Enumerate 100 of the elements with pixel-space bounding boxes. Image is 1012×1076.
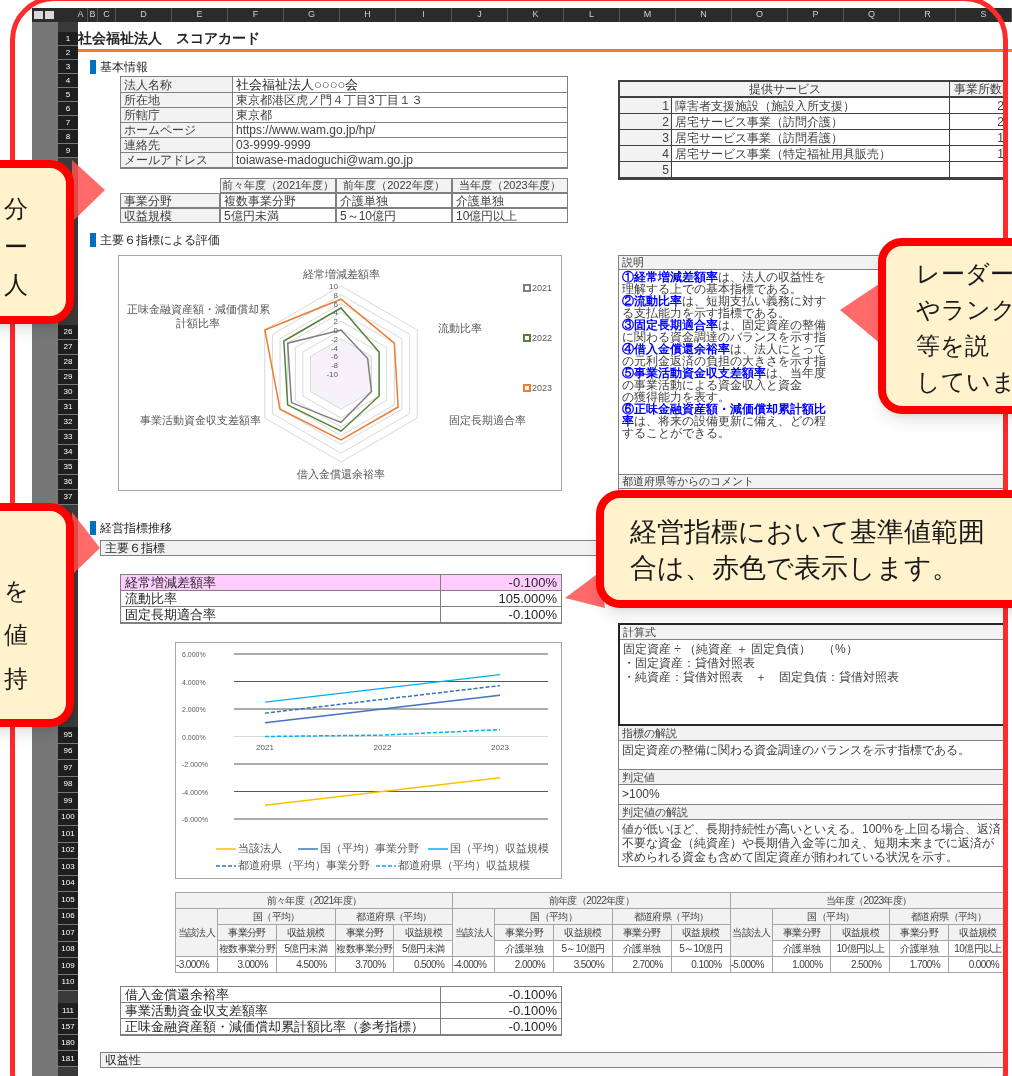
column-header[interactable]: J: [452, 8, 508, 22]
row-header[interactable]: 3: [58, 60, 78, 74]
column-header[interactable]: O: [732, 8, 788, 22]
row-header[interactable]: 33: [58, 430, 78, 445]
row-header[interactable]: 5: [58, 88, 78, 102]
table-cell: 居宅サービス事業（特定福祉用具販売）: [672, 146, 950, 161]
row-header[interactable]: 31: [58, 400, 78, 415]
tick-label: -8: [330, 361, 338, 371]
row-header[interactable]: 105: [58, 892, 78, 909]
row-header[interactable]: 2: [58, 46, 78, 60]
row-header[interactable]: 101: [58, 826, 78, 843]
box-text: >100%: [622, 787, 661, 801]
column-header[interactable]: I: [396, 8, 452, 22]
row-header[interactable]: 107: [58, 925, 78, 942]
column-header[interactable]: H: [340, 8, 396, 22]
column-header[interactable]: E: [172, 8, 228, 22]
column-header: 当該法人: [452, 908, 495, 957]
column-header[interactable]: N: [676, 8, 732, 22]
table-cell: 複数事業分野: [217, 940, 277, 957]
row-header[interactable]: 29: [58, 370, 78, 385]
row-header[interactable]: 99: [58, 793, 78, 810]
table-cell: -0.100%: [441, 575, 561, 590]
table-cell: 1.700%: [889, 956, 949, 973]
row-header[interactable]: 32: [58, 415, 78, 430]
table-cell: 複数事業分野: [335, 940, 394, 957]
column-header[interactable]: D: [116, 8, 172, 22]
table-cell: toiawase-madoguchi@wam.go.jp: [233, 153, 567, 168]
row-header[interactable]: 109: [58, 958, 78, 975]
column-header: 前年度（2022年度）: [336, 178, 452, 193]
box-text: ・純資産：貸借対照表 ＋ 固定負債：貸借対照表: [623, 670, 900, 684]
table-cell: 4: [620, 146, 672, 161]
box-text: ・固定資産：貸借対照表: [623, 656, 756, 670]
row-header[interactable]: 111: [58, 1003, 78, 1019]
tick-label: 0: [333, 326, 338, 335]
box-text: 固定資産 ÷ （純資産 ＋ 固定負債） （%）: [623, 642, 859, 656]
callout-text: 分 ー 人: [4, 194, 29, 300]
explanation-text: ⑥正味金融資産額・減価償却累計額比率は、将来の設備更新に備え、どの程: [622, 403, 827, 427]
tick-label: -4: [330, 343, 338, 353]
row-header[interactable]: 103: [58, 859, 78, 876]
callout-pointer: [72, 160, 105, 222]
tick-label: 8: [333, 290, 338, 300]
row-header[interactable]: 1: [58, 32, 78, 46]
column-header[interactable]: K: [508, 8, 564, 22]
section-marker: [90, 521, 96, 535]
table-cell: -5.000%: [730, 956, 773, 973]
section-heading: 主要６指標による評価: [100, 234, 220, 246]
row-header[interactable]: 157: [58, 1019, 78, 1035]
column-header[interactable]: P: [788, 8, 844, 22]
row-header[interactable]: 9: [58, 144, 78, 158]
row-header[interactable]: 95: [58, 727, 78, 744]
axis-label: 経常増減差額率: [302, 268, 380, 280]
row-header[interactable]: 34: [58, 445, 78, 460]
explanation-text: ②流動比率は、短期支払い義務に対する支払能力を示す指標である。: [622, 295, 827, 319]
axis-label: 正味金融資産額・減価償却累計額比率: [125, 302, 271, 330]
column-header[interactable]: L: [564, 8, 620, 22]
row-header[interactable]: 36: [58, 475, 78, 490]
column-header[interactable]: Q: [844, 8, 900, 22]
table-cell: 介護単独: [336, 193, 452, 208]
tick-label: 4: [333, 308, 338, 318]
row-header[interactable]: 180: [58, 1035, 78, 1051]
row-header[interactable]: 4: [58, 74, 78, 88]
row-header[interactable]: 97: [58, 760, 78, 777]
table-cell: 介護単独: [494, 940, 554, 957]
column-header[interactable]: B: [88, 8, 98, 22]
row-header[interactable]: 6: [58, 102, 78, 116]
column-header[interactable]: R: [900, 8, 956, 22]
table-cell: 3.500%: [553, 956, 613, 973]
column-header: 前年度（2022年度）: [452, 892, 731, 909]
table-cell: メールアドレス: [121, 153, 233, 168]
tick-label: -10: [326, 370, 338, 379]
row-header[interactable]: 30: [58, 385, 78, 400]
row-header[interactable]: 27: [58, 340, 78, 355]
row-header[interactable]: 181: [58, 1051, 78, 1067]
table-cell: 事業分野: [120, 193, 220, 208]
column-header: 当該法人: [175, 908, 218, 957]
table-cell: 所轄庁: [121, 108, 233, 123]
row-header[interactable]: 35: [58, 460, 78, 475]
column-header[interactable]: F: [228, 8, 284, 22]
table-cell: 5～10億円: [553, 940, 613, 957]
row-header[interactable]: 7: [58, 116, 78, 130]
section-heading: 経営指標推移: [100, 522, 172, 534]
row-header[interactable]: 28: [58, 355, 78, 370]
explanation-text: ⑤事業活動資金収支差額率は、当年度の事業活動による資金収入と資金: [622, 367, 827, 391]
axis-label: 2022: [373, 743, 392, 752]
column-header[interactable]: C: [98, 8, 116, 22]
table-cell: 1.000%: [772, 956, 831, 973]
legend-label: 都道府県（平均）収益規模: [398, 859, 530, 871]
section-marker: [90, 233, 96, 247]
table-cell: 3: [620, 130, 672, 145]
column-header[interactable]: G: [284, 8, 340, 22]
column-header[interactable]: S: [956, 8, 1012, 22]
row-header[interactable]: 26: [58, 325, 78, 340]
explanation-text: ①経常増減差額率は、法人の収益性を理解する上での基本指標である。: [622, 271, 827, 295]
column-header: 前々年度（2021年度）: [220, 178, 336, 193]
column-header[interactable]: M: [620, 8, 676, 22]
row-header[interactable]: 37: [58, 490, 78, 505]
row-header[interactable]: 8: [58, 130, 78, 144]
table-cell: -4.000%: [452, 956, 495, 973]
explanation-text: ③固定長期適合率は、固定資産の整備に関わる資金調達のバランスを示す指: [622, 319, 827, 343]
box-text: 固定資産の整備に関わる資金調達のバランスを示す指標である。: [622, 743, 971, 757]
